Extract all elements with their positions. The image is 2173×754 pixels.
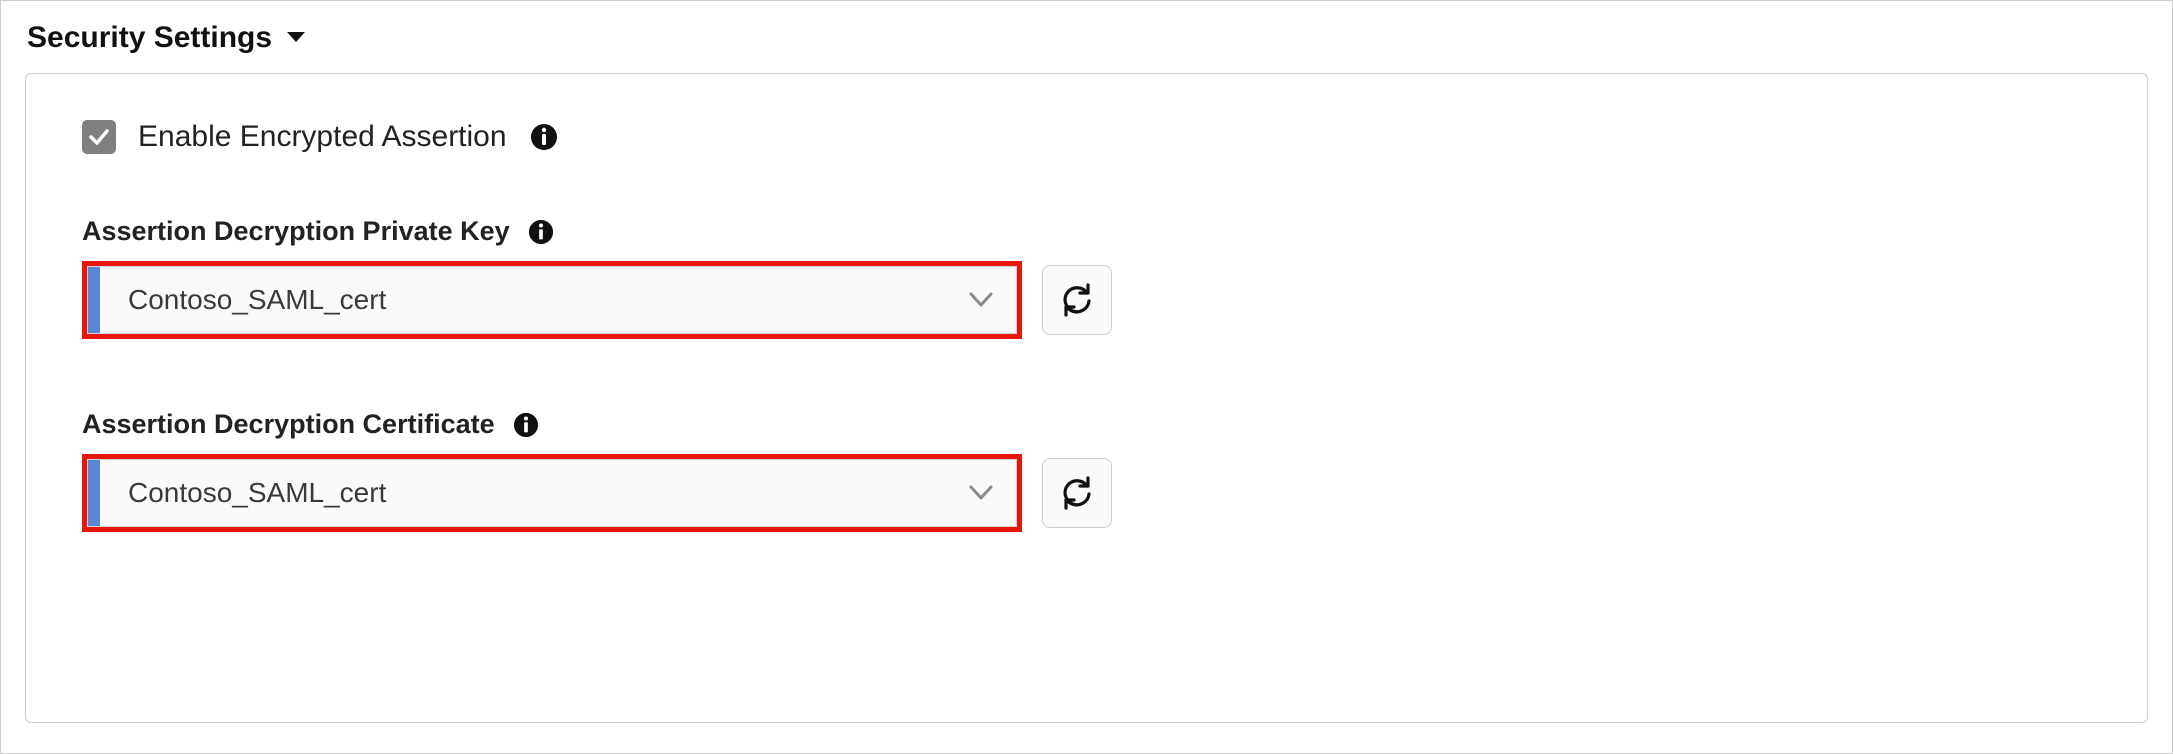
certificate-field-row: Contoso_SAML_cert bbox=[82, 454, 2091, 532]
section-title: Security Settings bbox=[27, 21, 272, 55]
certificate-label-row: Assertion Decryption Certificate bbox=[82, 409, 2091, 440]
highlight-box: Contoso_SAML_cert bbox=[82, 454, 1022, 532]
private-key-value: Contoso_SAML_cert bbox=[100, 267, 946, 333]
section-header[interactable]: Security Settings bbox=[25, 21, 2148, 55]
security-settings-panel: Security Settings Enable Encrypted Asser… bbox=[0, 0, 2173, 754]
certificate-select[interactable]: Contoso_SAML_cert bbox=[87, 459, 1017, 527]
private-key-refresh-button[interactable] bbox=[1042, 265, 1112, 335]
section-body: Enable Encrypted Assertion Assertion Dec… bbox=[25, 73, 2148, 723]
chevron-down-icon bbox=[946, 267, 1016, 333]
enable-encrypted-assertion-checkbox[interactable] bbox=[82, 120, 116, 154]
private-key-select[interactable]: Contoso_SAML_cert bbox=[87, 266, 1017, 334]
enable-encrypted-assertion-label: Enable Encrypted Assertion bbox=[138, 120, 507, 154]
info-icon[interactable] bbox=[529, 122, 559, 152]
chevron-down-icon bbox=[946, 460, 1016, 526]
enable-encrypted-assertion-row: Enable Encrypted Assertion bbox=[82, 120, 2091, 154]
refresh-icon bbox=[1060, 476, 1094, 510]
certificate-value: Contoso_SAML_cert bbox=[100, 460, 946, 526]
certificate-label: Assertion Decryption Certificate bbox=[82, 409, 495, 440]
select-accent-bar bbox=[88, 267, 100, 333]
select-accent-bar bbox=[88, 460, 100, 526]
private-key-label-row: Assertion Decryption Private Key bbox=[82, 216, 2091, 247]
certificate-refresh-button[interactable] bbox=[1042, 458, 1112, 528]
refresh-icon bbox=[1060, 283, 1094, 317]
info-icon[interactable] bbox=[511, 410, 541, 440]
private-key-label: Assertion Decryption Private Key bbox=[82, 216, 510, 247]
highlight-box: Contoso_SAML_cert bbox=[82, 261, 1022, 339]
info-icon[interactable] bbox=[526, 217, 556, 247]
private-key-field-row: Contoso_SAML_cert bbox=[82, 261, 2091, 339]
caret-down-icon bbox=[286, 31, 306, 45]
